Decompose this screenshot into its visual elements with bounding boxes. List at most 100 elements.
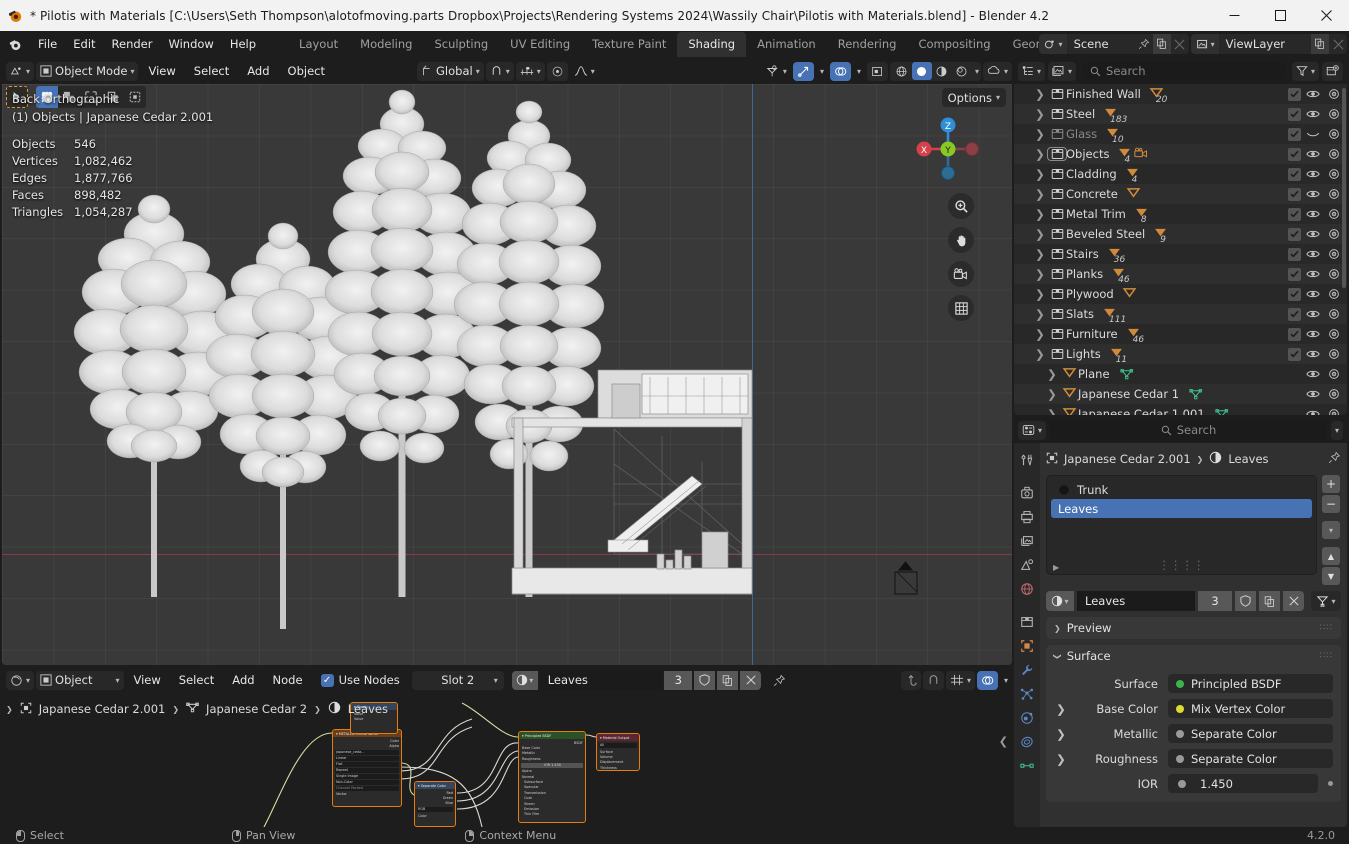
viewport-menu-object[interactable]: Object: [280, 61, 333, 82]
outliner-row-beveled-steel[interactable]: ❯Beveled Steel9: [1014, 224, 1347, 244]
disable-in-renders-icon[interactable]: [1325, 328, 1343, 340]
disclosure-triangle-icon[interactable]: ❯: [1032, 147, 1048, 161]
disclosure-triangle-icon[interactable]: ❯: [1032, 307, 1048, 321]
material-name-field[interactable]: Leaves: [1077, 591, 1195, 611]
window-minimize-button[interactable]: [1211, 0, 1257, 31]
disclosure-triangle-icon[interactable]: ❯: [1032, 267, 1048, 281]
falloff-type-selector[interactable]: ▾: [570, 62, 599, 81]
disclosure-triangle-icon[interactable]: ❯: [1032, 227, 1048, 241]
material-slot-expand-arrow[interactable]: ▶: [1053, 563, 1059, 572]
overlays-options-dropdown[interactable]: ▾: [853, 62, 865, 81]
shader-menu-add[interactable]: Add: [224, 670, 262, 691]
hide-in-viewport-icon[interactable]: [1304, 328, 1322, 340]
viewlayer-icon[interactable]: ▾: [1191, 34, 1219, 54]
collection-enable-checkbox[interactable]: [1288, 348, 1301, 361]
hide-in-viewport-icon[interactable]: [1304, 208, 1322, 220]
node-image-field[interactable]: japanese_ceda...: [335, 750, 399, 755]
material-data-selector-icon[interactable]: ▾: [1311, 591, 1341, 611]
shader-menu-select[interactable]: Select: [171, 670, 222, 691]
outliner-row-planks[interactable]: ❯Planks46: [1014, 264, 1347, 284]
new-material-copy-icon[interactable]: [1259, 591, 1280, 611]
new-material-copy-icon[interactable]: [717, 671, 738, 690]
node-snap-target-selector[interactable]: ▾: [946, 671, 975, 690]
properties-tab-particles[interactable]: [1015, 683, 1039, 705]
menu-file[interactable]: File: [30, 34, 65, 55]
shader-editor-type-button[interactable]: ▾: [6, 671, 34, 690]
collection-enable-checkbox[interactable]: [1288, 268, 1301, 281]
unlink-material-icon[interactable]: [1283, 591, 1304, 611]
menu-render[interactable]: Render: [104, 34, 161, 55]
collection-enable-checkbox[interactable]: [1288, 288, 1301, 301]
breadcrumb-object-name[interactable]: Japanese Cedar 2.001: [1064, 452, 1191, 466]
hide-in-viewport-icon[interactable]: [1304, 268, 1322, 280]
viewport-3d[interactable]: ▾ Object Mode▾ View Select Add Object Gl…: [2, 58, 1012, 665]
slot-specials-icon[interactable]: ▾: [1322, 521, 1340, 539]
viewport-menu-view[interactable]: View: [140, 61, 183, 82]
disable-in-renders-icon[interactable]: [1325, 228, 1343, 240]
node-material-output[interactable]: ▾Material Output All Surface Volume Disp…: [596, 733, 640, 771]
disclosure-triangle-icon[interactable]: ❯: [1032, 167, 1048, 181]
disable-in-renders-icon[interactable]: [1325, 288, 1343, 300]
workspace-tab-layout[interactable]: Layout: [288, 32, 349, 57]
workspace-tab-shading[interactable]: Shading: [677, 32, 746, 57]
disclosure-triangle-icon[interactable]: ❯: [1032, 247, 1048, 261]
workspace-tab-uv-editing[interactable]: UV Editing: [499, 32, 581, 57]
node-separate-color[interactable]: ▾Separate Color Red Green Blue RGB Color: [414, 781, 456, 827]
outliner-search-input[interactable]: Search: [1083, 62, 1285, 81]
node-projection-field[interactable]: Flat: [335, 762, 399, 767]
shading-material-preview-button[interactable]: [932, 62, 952, 80]
shading-options-dropdown[interactable]: ▾: [983, 62, 1012, 81]
workspace-tab-rendering[interactable]: Rendering: [827, 32, 908, 57]
properties-tab-modifiers[interactable]: [1015, 659, 1039, 681]
workspace-tab-modeling[interactable]: Modeling: [349, 32, 423, 57]
disclosure-triangle-icon[interactable]: ❯: [1044, 367, 1060, 381]
go-to-parent-node-tree-icon[interactable]: [901, 671, 921, 690]
viewport-options-button[interactable]: Options▾: [942, 88, 1006, 107]
outliner-row-stairs[interactable]: ❯Stairs36: [1014, 244, 1347, 264]
properties-tab-output[interactable]: [1015, 506, 1039, 528]
collection-enable-checkbox[interactable]: [1288, 168, 1301, 181]
ior-slider[interactable]: 1.450: [1168, 774, 1318, 793]
shader-sidebar-toggle[interactable]: ❮: [999, 735, 1008, 748]
hide-in-viewport-icon[interactable]: [1304, 108, 1322, 120]
disable-in-renders-icon[interactable]: [1325, 268, 1343, 280]
surface-row-value-button[interactable]: Principled BSDF: [1168, 674, 1333, 693]
collection-enable-checkbox[interactable]: [1288, 88, 1301, 101]
disable-in-renders-icon[interactable]: [1325, 188, 1343, 200]
material-users-count[interactable]: 3: [1198, 591, 1232, 611]
properties-editor[interactable]: ▾ Search ▾: [1014, 417, 1347, 827]
surface-row-value-button[interactable]: Separate Color: [1168, 749, 1333, 768]
hide-in-viewport-icon[interactable]: [1304, 288, 1322, 300]
zoom-icon[interactable]: [948, 193, 974, 219]
shading-mode-group[interactable]: ▾: [890, 62, 981, 81]
node-input-thin-film[interactable]: Thin Film: [521, 812, 583, 817]
scene-selector[interactable]: ▾ Scene: [1039, 34, 1189, 54]
fake-user-shield-icon[interactable]: [1235, 591, 1256, 611]
material-slot-resize-grip[interactable]: ⋮⋮⋮⋮: [1047, 558, 1316, 572]
panel-surface[interactable]: ❯ Surface ∷∷: [1046, 645, 1341, 667]
outliner-row-slats[interactable]: ❯Slats111: [1014, 304, 1347, 324]
shader-type-selector[interactable]: Object▾: [36, 671, 123, 690]
animate-property-dot-icon[interactable]: [1328, 781, 1333, 786]
new-viewlayer-icon[interactable]: [1311, 34, 1329, 54]
transform-orientation-selector[interactable]: Global▾: [417, 62, 484, 81]
unlink-scene-icon[interactable]: [1171, 34, 1189, 54]
node-overlays-toggle[interactable]: [977, 671, 998, 690]
disable-in-renders-icon[interactable]: [1325, 148, 1343, 160]
shader-material-users-count[interactable]: 3: [664, 671, 692, 690]
breadcrumb-material-name[interactable]: Leaves: [1228, 452, 1268, 466]
gizmo-options-dropdown[interactable]: ▾: [816, 62, 828, 81]
hide-in-viewport-icon[interactable]: [1304, 248, 1322, 260]
expand-arrow-icon[interactable]: ❯: [1054, 702, 1068, 716]
mode-selector[interactable]: Object Mode▾: [36, 62, 138, 81]
snap-magnet-toggle[interactable]: ▾: [486, 62, 514, 81]
viewlayer-selector[interactable]: ▾ ViewLayer: [1191, 34, 1347, 54]
collection-enable-checkbox[interactable]: [1288, 248, 1301, 261]
collection-enable-checkbox[interactable]: [1288, 208, 1301, 221]
navigation-gizmo[interactable]: Z X Y: [912, 113, 984, 185]
collection-enable-checkbox[interactable]: [1288, 188, 1301, 201]
shader-menu-view[interactable]: View: [126, 670, 169, 691]
hide-in-viewport-icon[interactable]: [1304, 168, 1322, 180]
disable-in-renders-icon[interactable]: [1325, 128, 1343, 140]
shading-wireframe-button[interactable]: [892, 62, 912, 80]
